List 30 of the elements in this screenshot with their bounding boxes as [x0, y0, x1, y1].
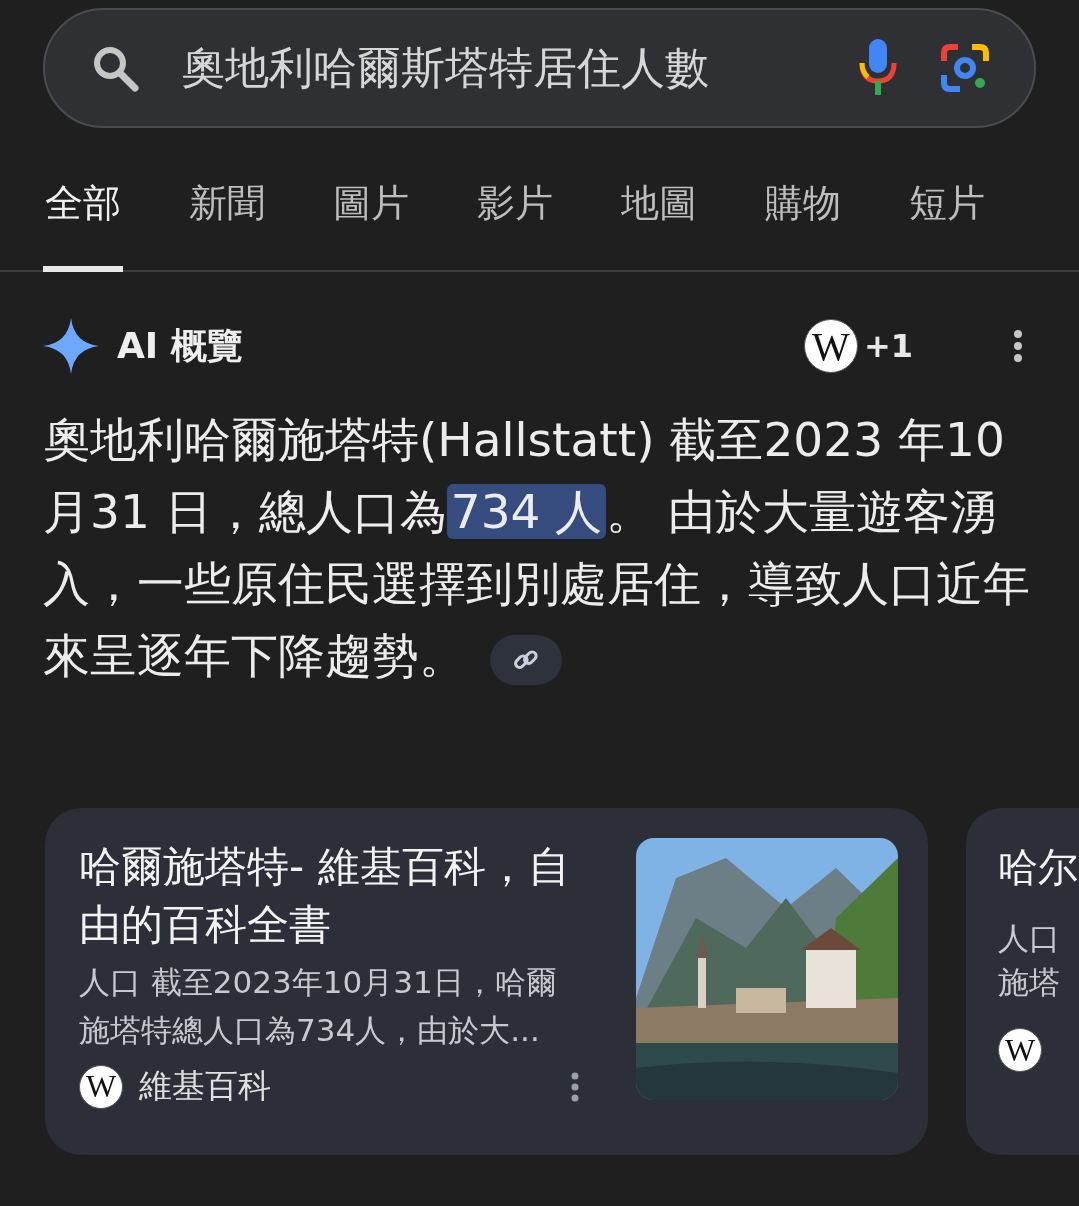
card-snippet: 施塔	[998, 963, 1061, 1002]
search-bar[interactable]: 奧地利哈爾斯塔特居住人數	[43, 8, 1036, 128]
tab[interactable]: 全部	[43, 180, 123, 272]
tab[interactable]: 購物	[763, 180, 843, 272]
card-title[interactable]: 哈爾施塔特- 維基百科，自由的百科全書	[79, 838, 579, 954]
overview-title: AI 概覽	[117, 323, 243, 368]
result-card[interactable]: 哈爾施塔特- 維基百科，自由的百科全書 人口 截至2023年10月31日，哈爾施塔特總人口為734人，由於大... W 維基百科	[45, 808, 928, 1155]
tab[interactable]: 地圖	[619, 180, 699, 272]
more-icon[interactable]	[1013, 329, 1023, 363]
tab[interactable]: 新聞	[187, 180, 267, 272]
source-count[interactable]: +1	[863, 327, 913, 365]
tab[interactable]: 短片	[907, 180, 987, 272]
wikipedia-logo: W	[79, 1064, 123, 1109]
answer-text: 奧地利哈爾施塔特(Hallstatt) 截至2023 年10 月31 日，總人口為 734 人。 由於大量遊客湧入，一些原住民選擇到別處居住，導致人口近年來呈逐年下降趨勢。	[43, 411, 1031, 687]
result-card[interactable]: 哈尔 人口 施塔 W	[966, 808, 1079, 1155]
card-snippet: 人口	[998, 919, 1061, 958]
tab[interactable]: 圖片	[331, 180, 411, 272]
source-name: 維基百科	[139, 1065, 272, 1107]
search-field[interactable]: 奧地利哈爾斯塔特居住人數	[181, 38, 816, 98]
more-icon[interactable]	[571, 1071, 579, 1102]
card-title[interactable]: 哈尔	[998, 838, 1079, 896]
search-icon[interactable]	[91, 44, 139, 92]
wikipedia-logo: W	[803, 319, 858, 373]
camera-icon[interactable]	[940, 43, 990, 93]
microphone-icon[interactable]	[858, 39, 898, 97]
card-snippet: 人口 截至2023年10月31日，哈爾施塔特總人口為734人，由於大...	[79, 963, 558, 1050]
wikipedia-logo: W	[998, 1028, 1042, 1072]
link-button[interactable]	[490, 634, 562, 685]
tab[interactable]: 影片	[475, 180, 555, 272]
sparkle-icon	[43, 318, 99, 374]
